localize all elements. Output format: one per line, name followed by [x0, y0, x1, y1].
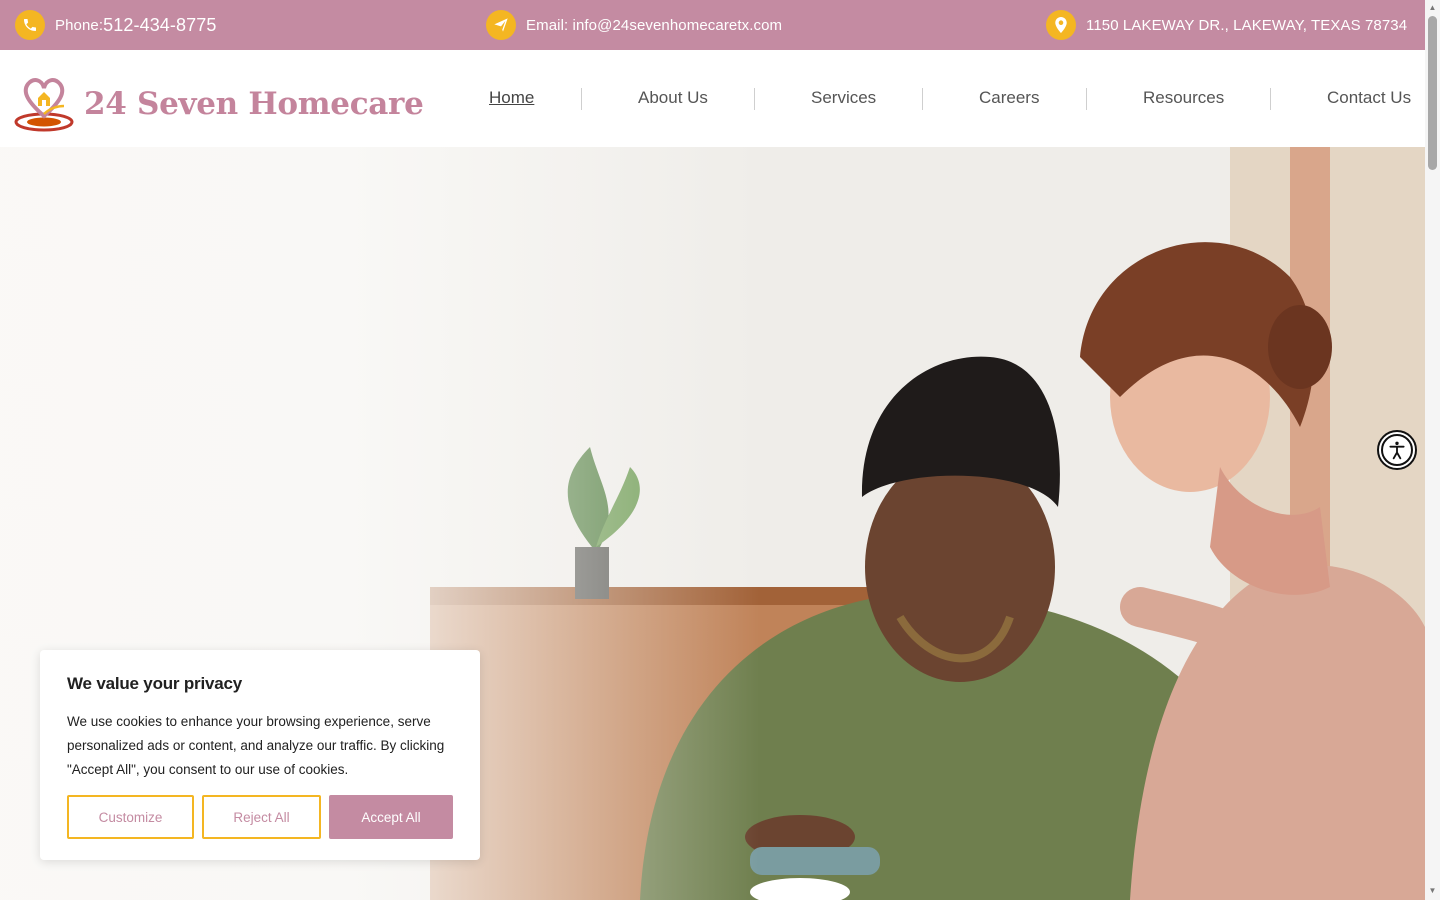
scroll-down-arrow-icon[interactable]: ▼ — [1428, 886, 1437, 895]
phone-contact[interactable]: Phone: 512-434-8775 — [15, 9, 216, 41]
cookie-banner-title: We value your privacy — [67, 674, 243, 693]
email-text[interactable]: Email: info@24sevenhomecaretx.com — [526, 17, 782, 34]
accessibility-button[interactable] — [1377, 430, 1417, 470]
nav-services[interactable]: Services — [811, 88, 876, 108]
customize-button[interactable]: Customize — [67, 795, 194, 839]
map-pin-icon — [1046, 10, 1076, 40]
phone-icon — [15, 10, 45, 40]
main-nav: Home About Us Services Careers Resources… — [0, 50, 1425, 147]
nav-divider — [581, 88, 582, 110]
nav-about-us[interactable]: About Us — [638, 88, 708, 108]
cookie-banner-actions: Customize Reject All Accept All — [67, 795, 453, 839]
top-contact-bar: Phone: 512-434-8775 Email: info@24sevenh… — [0, 0, 1425, 50]
address-text[interactable]: 1150 LAKEWAY DR., LAKEWAY, TEXAS 78734 — [1086, 17, 1407, 34]
nav-divider — [1086, 88, 1087, 110]
email-contact[interactable]: Email: info@24sevenhomecaretx.com — [486, 9, 782, 41]
address-contact[interactable]: 1150 LAKEWAY DR., LAKEWAY, TEXAS 78734 — [1046, 9, 1407, 41]
nav-careers[interactable]: Careers — [979, 88, 1039, 108]
accept-all-button[interactable]: Accept All — [329, 795, 453, 839]
site-header: 24 Seven Homecare Home About Us Services… — [0, 50, 1425, 147]
nav-home[interactable]: Home — [489, 88, 534, 108]
nav-contact-us[interactable]: Contact Us — [1327, 88, 1411, 108]
accessibility-icon — [1381, 434, 1413, 466]
page-scrollbar[interactable]: ▲ ▼ — [1425, 0, 1440, 900]
cookie-banner-text: We use cookies to enhance your browsing … — [67, 714, 445, 777]
nav-divider — [1270, 88, 1271, 110]
paper-plane-icon — [486, 10, 516, 40]
phone-label: Phone: — [55, 16, 104, 34]
phone-number[interactable]: 512-434-8775 — [103, 15, 216, 36]
scroll-up-arrow-icon[interactable]: ▲ — [1428, 3, 1437, 12]
scrollbar-thumb[interactable] — [1428, 16, 1437, 170]
nav-resources[interactable]: Resources — [1143, 88, 1224, 108]
nav-divider — [754, 88, 755, 110]
nav-divider — [922, 88, 923, 110]
reject-all-button[interactable]: Reject All — [202, 795, 321, 839]
cookie-consent-banner: We value your privacy We use cookies to … — [40, 650, 480, 860]
